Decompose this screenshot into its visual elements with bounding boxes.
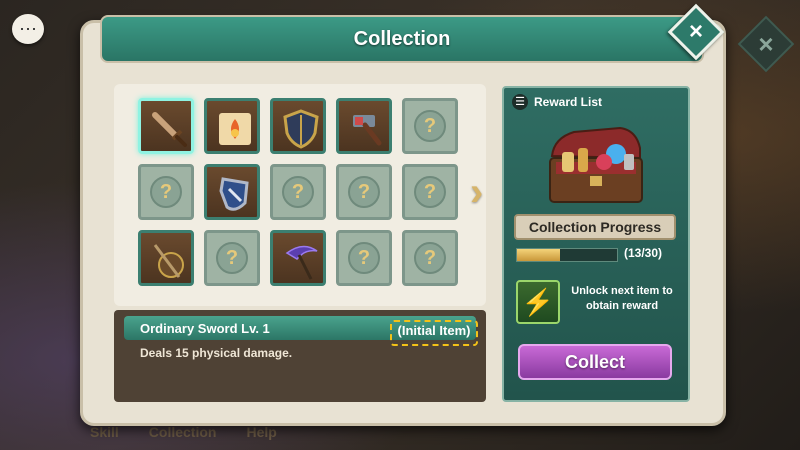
collection-slot-locked[interactable]: ? bbox=[402, 230, 458, 286]
nav-help[interactable]: Help bbox=[246, 424, 276, 440]
bottom-nav: Skill Collection Help bbox=[90, 424, 277, 440]
question-mark-icon: ? bbox=[348, 176, 380, 208]
progress-bar bbox=[516, 248, 618, 262]
reward-list-label: Reward List bbox=[534, 95, 603, 109]
window-title: Collection bbox=[353, 27, 451, 50]
chat-bubble-icon[interactable]: ⋯ bbox=[12, 14, 44, 44]
question-mark-icon: ? bbox=[282, 176, 314, 208]
collection-slot-locked[interactable]: ? bbox=[402, 98, 458, 154]
collection-slot-locked[interactable]: ? bbox=[336, 164, 392, 220]
unlock-hint: Unlock next item to obtain reward bbox=[571, 285, 673, 312]
collection-slot-locked[interactable]: ? bbox=[270, 164, 326, 220]
item-name-bar: Ordinary Sword Lv. 1 (Initial Item) bbox=[124, 316, 478, 346]
close-icon: × bbox=[688, 18, 703, 45]
title-bar: Collection bbox=[100, 15, 704, 63]
collection-slot-locked[interactable]: ? bbox=[138, 164, 194, 220]
item-tag: (Initial Item) bbox=[390, 320, 478, 346]
collection-slot-owned[interactable] bbox=[138, 98, 194, 154]
progress-bar-fill bbox=[517, 249, 561, 261]
chevron-right-icon[interactable]: › bbox=[470, 170, 483, 215]
question-mark-icon: ? bbox=[348, 242, 380, 274]
item-name: Ordinary Sword Lv. 1 bbox=[140, 321, 270, 336]
question-mark-icon: ? bbox=[414, 110, 446, 142]
question-mark-icon: ? bbox=[150, 176, 182, 208]
collection-slot-locked[interactable]: ? bbox=[402, 164, 458, 220]
collection-progress-label: Collection Progress bbox=[514, 214, 676, 240]
question-mark-icon: ? bbox=[414, 176, 446, 208]
collection-slot-owned[interactable] bbox=[270, 230, 326, 286]
collection-slot-owned[interactable] bbox=[204, 164, 260, 220]
item-description: Deals 15 physical damage. bbox=[140, 346, 293, 360]
collection-slot-locked[interactable]: ? bbox=[336, 230, 392, 286]
collection-slot-owned[interactable] bbox=[336, 98, 392, 154]
lightning-reward-icon: ⚡ bbox=[516, 280, 560, 324]
treasure-chest-icon bbox=[549, 126, 643, 203]
item-description-panel: Ordinary Sword Lv. 1 (Initial Item) Deal… bbox=[114, 310, 486, 402]
collection-slot-owned[interactable] bbox=[138, 230, 194, 286]
question-mark-icon: ? bbox=[414, 242, 446, 274]
reward-panel: ☰ Reward List Collection Progress (13/30… bbox=[502, 86, 690, 402]
question-mark-icon: ? bbox=[216, 242, 248, 274]
nav-collection[interactable]: Collection bbox=[149, 424, 217, 440]
progress-count: (13/30) bbox=[624, 246, 663, 260]
collect-button[interactable]: Collect bbox=[518, 344, 672, 380]
collection-slot-owned[interactable] bbox=[204, 98, 260, 154]
nav-skill[interactable]: Skill bbox=[90, 424, 119, 440]
reward-header[interactable]: ☰ Reward List bbox=[512, 94, 602, 110]
menu-icon: ☰ bbox=[512, 94, 528, 110]
collection-slot-locked[interactable]: ? bbox=[204, 230, 260, 286]
collection-slot-owned[interactable] bbox=[270, 98, 326, 154]
